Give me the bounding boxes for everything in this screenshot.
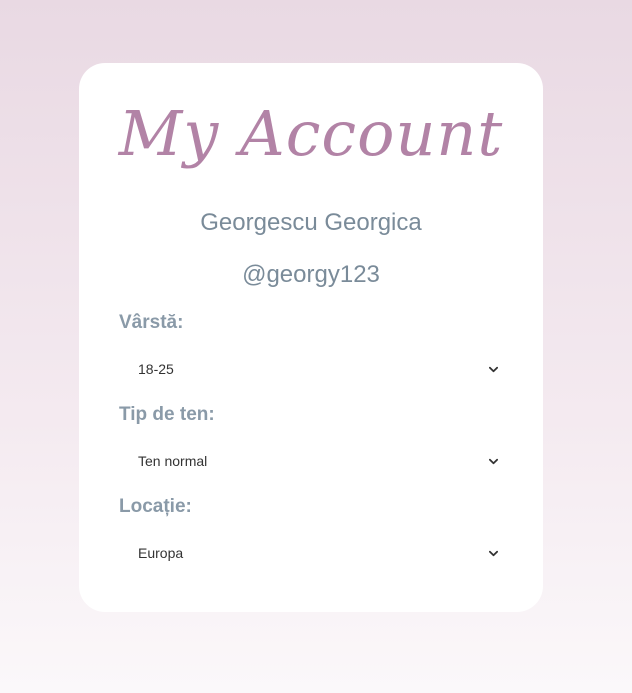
username: @georgy123 [242,261,380,288]
skin-type-select-value: Ten normal [138,453,208,469]
chevron-down-icon [489,549,498,558]
chevron-down-icon [489,457,498,466]
age-label: Vârstă: [119,312,184,333]
location-select[interactable]: Europa [119,538,503,568]
location-select-value: Europa [138,545,184,561]
location-label: Locație: [119,496,192,517]
page-title: My Account [118,97,504,170]
skin-type-label: Tip de ten: [119,404,215,425]
account-card: My Account Georgescu Georgica @georgy123… [79,63,543,612]
age-select[interactable]: 18-25 [119,354,503,384]
skin-type-select[interactable]: Ten normal [119,446,503,476]
age-select-value: 18-25 [138,361,174,377]
chevron-down-icon [489,365,498,374]
full-name: Georgescu Georgica [200,209,422,236]
